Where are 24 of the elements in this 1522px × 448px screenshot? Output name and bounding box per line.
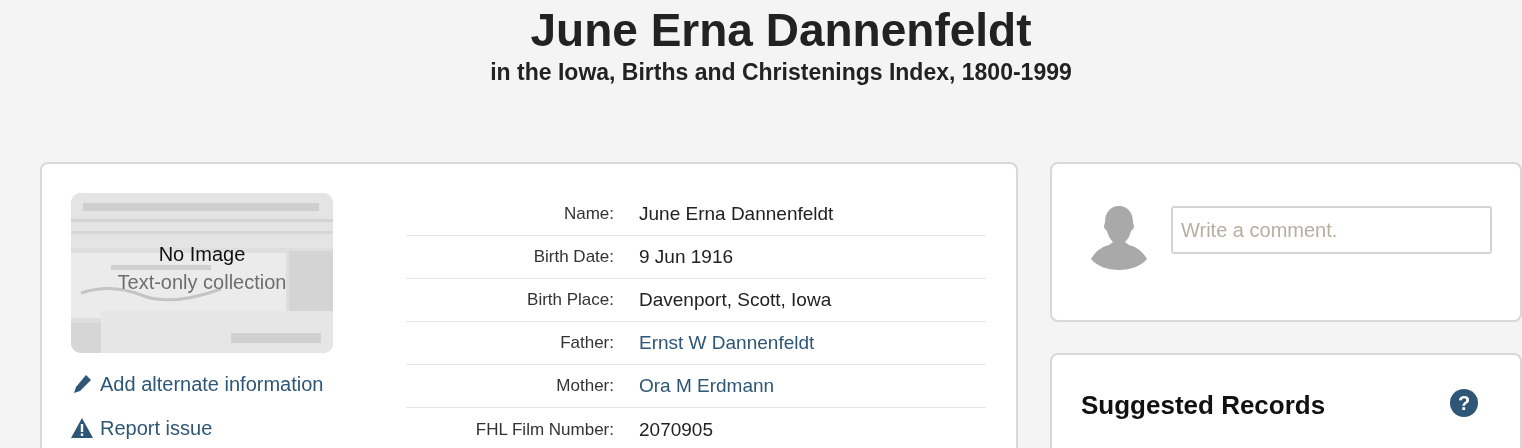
action-link[interactable]: Add alternate information xyxy=(100,371,324,397)
collection-note: Text-only collection xyxy=(117,270,287,295)
person-link[interactable]: Ora M Erdmann xyxy=(639,373,775,399)
field-value: 2070905 xyxy=(639,418,713,441)
pencil-icon xyxy=(71,374,93,394)
field-label: Mother: xyxy=(555,376,614,396)
avatar-icon xyxy=(1091,206,1147,270)
no-image-label: No Image xyxy=(158,242,246,267)
collection-subtitle: in the Iowa, Births and Christenings Index, 1800-1999 xyxy=(490,58,1072,86)
field-label: Birth Date: xyxy=(532,247,614,267)
field-value: June Erna Dannenfeldt xyxy=(639,203,834,225)
help-icon[interactable]: ? xyxy=(1450,389,1478,417)
suggested-records-heading: Suggested Records xyxy=(1081,389,1326,421)
field-value: Davenport, Scott, Iowa xyxy=(639,289,832,311)
person-link[interactable]: Ernst W Dannenfeldt xyxy=(639,330,815,356)
warning-icon xyxy=(71,418,93,438)
action-link[interactable]: Report issue xyxy=(100,415,213,441)
field-value: 9 Jun 1916 xyxy=(639,246,734,268)
comment-field[interactable]: Write a comment. xyxy=(1171,206,1492,254)
field-label: Birth Place: xyxy=(526,290,614,310)
field-label: FHL Film Number: xyxy=(474,419,614,440)
field-label: Name: xyxy=(562,204,614,224)
record-title: June Erna Dannenfeldt xyxy=(530,3,1032,58)
field-label: Father: xyxy=(559,333,614,353)
